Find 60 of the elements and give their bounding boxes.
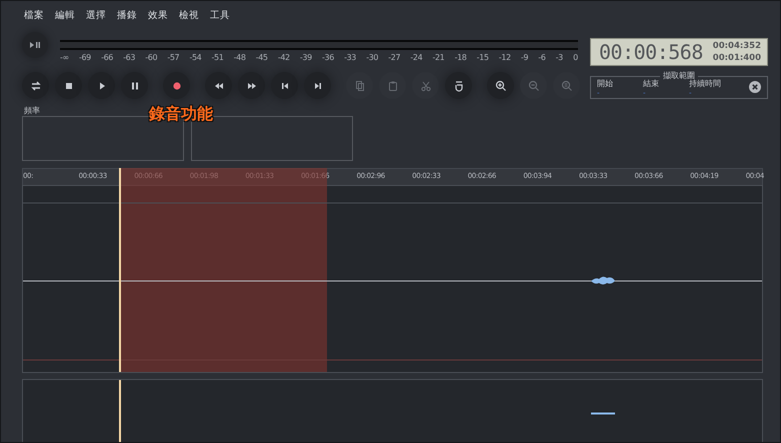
- menu-item[interactable]: 編輯: [55, 9, 75, 29]
- total-time: 00:04:352: [712, 40, 761, 52]
- playhead-line: [119, 380, 120, 442]
- meter-scale-label: 0: [573, 53, 578, 62]
- meter-scale-label: -36: [322, 53, 334, 62]
- meter-scale-label: -45: [256, 53, 268, 62]
- meter-scale-label: -54: [189, 53, 202, 62]
- meter-scale-label: -66: [101, 53, 113, 62]
- overview-waveform-drawing: [591, 412, 615, 415]
- panel-title: 擷取範圍: [662, 72, 695, 80]
- stop-button[interactable]: [55, 72, 82, 99]
- pause-button[interactable]: [121, 72, 148, 99]
- field-label: 持續時間: [689, 79, 722, 89]
- play-button[interactable]: [88, 72, 115, 99]
- loop-button[interactable]: [22, 72, 49, 99]
- meter-scale-label: -51: [212, 53, 224, 62]
- meter-scale-label: -60: [145, 53, 158, 62]
- frequency-label: 頻率: [24, 106, 40, 116]
- meter-scale-label: -30: [366, 53, 378, 62]
- menu-item[interactable]: 檔案: [24, 9, 44, 29]
- meter-scale-label: -39: [300, 53, 312, 62]
- zoom-in-button[interactable]: [487, 72, 514, 99]
- field-label: 結束: [643, 78, 660, 89]
- forward-button[interactable]: [238, 72, 265, 99]
- record-button[interactable]: [163, 72, 190, 99]
- meter-scale-label: -18: [454, 53, 466, 62]
- meter-scale-label: -57: [167, 53, 180, 62]
- menu-item[interactable]: 檢視: [179, 9, 199, 29]
- menu-item[interactable]: 效果: [148, 9, 168, 29]
- meter-scale-label: -3: [556, 53, 563, 62]
- skip-start-button[interactable]: [271, 72, 298, 99]
- meter-scale-label: -48: [234, 53, 246, 62]
- meter-scale-label: -42: [278, 53, 290, 62]
- meter-scale-label: -27: [388, 53, 400, 62]
- meter-scale-label: -∞: [60, 53, 69, 62]
- rewind-button[interactable]: [205, 72, 232, 99]
- zoom-in-icon: [494, 78, 508, 92]
- meter-scale-label: -9: [520, 53, 528, 62]
- meter-scale-label: -21: [432, 53, 444, 62]
- meter-scale-label: -12: [498, 53, 511, 62]
- meter-scale-label: -24: [410, 53, 422, 62]
- menu-item[interactable]: 工具: [210, 9, 230, 29]
- menu-item[interactable]: 選擇: [86, 9, 106, 29]
- meter-scale-label: -6: [538, 53, 546, 62]
- annotation-label: 錄音功能: [149, 105, 213, 123]
- meter-scale-label: -63: [123, 53, 136, 62]
- meter-scale-label: -33: [344, 53, 356, 62]
- skip-end-button[interactable]: [304, 72, 331, 99]
- meter-scale-label: -15: [476, 53, 489, 62]
- zoom-out-icon: [526, 78, 540, 92]
- play-pause-button[interactable]: [22, 32, 48, 58]
- menu-item[interactable]: 播錄: [117, 9, 137, 29]
- field-label: 開始: [597, 78, 614, 89]
- play-pause-icon: [29, 41, 41, 49]
- meter-scale-label: -69: [78, 53, 91, 62]
- selection-time: 00:01:400: [712, 52, 761, 64]
- zoom-fit-icon: [560, 78, 574, 92]
- hand-button[interactable]: [445, 72, 472, 99]
- close-icon[interactable]: [749, 81, 761, 93]
- current-time: 00:00:568: [599, 40, 703, 64]
